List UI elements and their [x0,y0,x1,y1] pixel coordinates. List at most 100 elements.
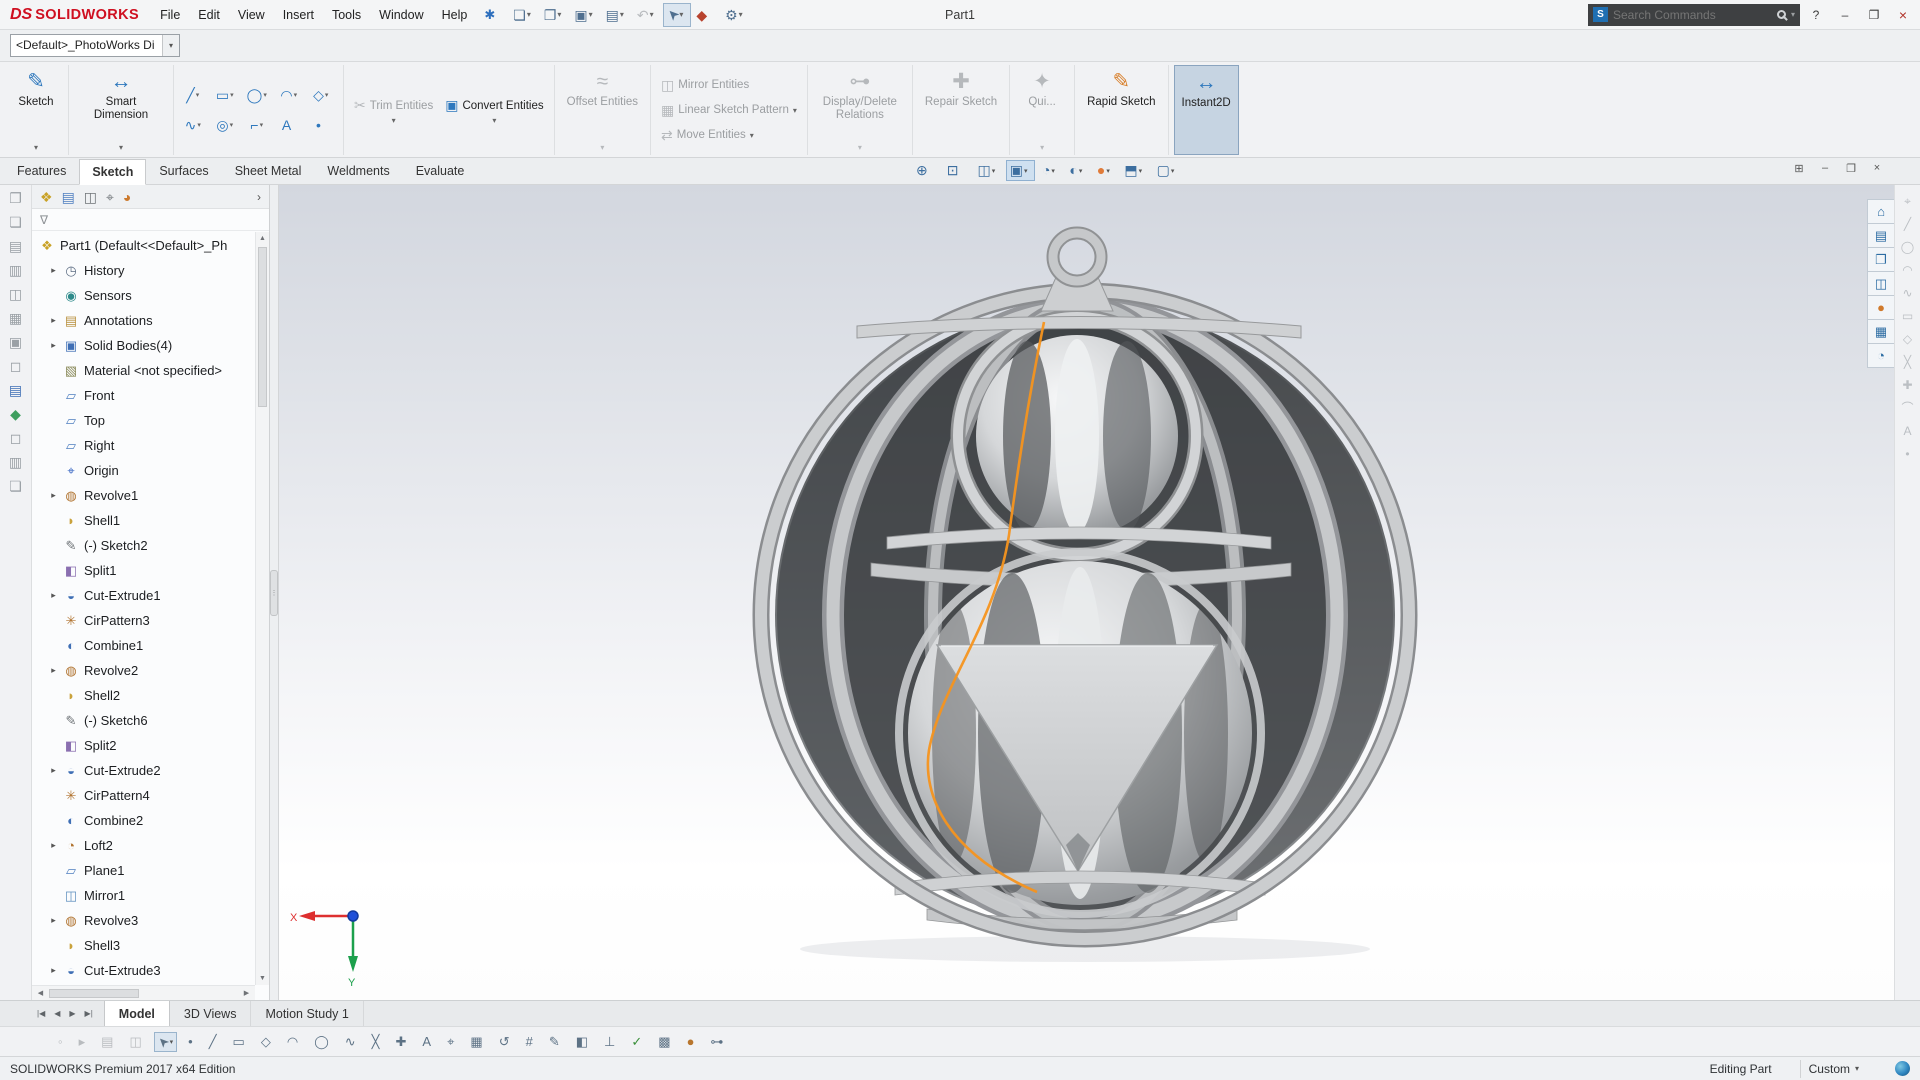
dropdown-caret-icon[interactable]: ▾ [1139,167,1146,175]
configurationmanager-tab[interactable]: ◫ [84,189,97,205]
dock-icon[interactable]: ▦ [9,310,22,326]
tree-item[interactable]: ▱ Plane1 [36,858,253,883]
sketch-tool-icon[interactable]: ∿ [1902,287,1912,300]
tree-item[interactable]: ▱ Top [36,408,253,433]
dropdown-caret-icon[interactable]: ▾ [230,121,237,129]
tree-item[interactable]: ▱ Right [36,433,253,458]
menu-help[interactable]: Help [433,4,477,26]
text-tool[interactable]: A [418,1032,436,1052]
zoom-to-fit[interactable]: ⊡ [943,160,971,181]
dropdown-caret-icon[interactable]: ▾ [1079,167,1086,175]
display-style[interactable]: ◔ ▾ [1038,160,1062,181]
polygon-tool[interactable]: ◇ [257,1032,276,1052]
open-document[interactable]: ❐ ▾ [540,3,570,27]
dropdown-caret-icon[interactable]: ▾ [1040,143,1044,153]
menu-file[interactable]: File [151,4,189,26]
tree-item[interactable]: ▸ ◒ C­ut-Extrude3 [36,958,253,983]
edit-appearance[interactable]: ● ▾ [1093,160,1117,181]
search-caret-icon[interactable]: ▾ [1791,10,1795,19]
scroll-right-icon[interactable]: ▶ [240,989,253,997]
doc-minimize-button[interactable]: – [1816,162,1834,175]
dock-icon[interactable]: ▤ [9,382,22,398]
dropdown-caret-icon[interactable]: ▾ [263,91,270,99]
circle-tool[interactable]: ◯ [310,1032,334,1052]
dropdown-caret-icon[interactable]: ▾ [1171,167,1178,175]
expand-arrow-icon[interactable]: ▸ [49,340,58,351]
offset-entities-button[interactable]: ≈ Offset Entities ▾ [560,65,645,155]
tree-item[interactable]: ◧ Split2 [36,733,253,758]
tree-item[interactable]: ▸ ◍ Revolve2 [36,658,253,683]
tab-weldments[interactable]: Weldments [314,158,402,184]
menu-window[interactable]: Window [370,4,432,26]
sketch-entity-button[interactable]: ▭ ▾ [211,81,242,110]
print-document[interactable]: ▤ ▾ [602,3,632,27]
quick-snaps-button[interactable]: ✦ Qui... ▾ [1015,65,1069,155]
last-tab-button[interactable]: ▶| [82,1007,96,1020]
model-tab[interactable]: Model [104,1001,170,1026]
scroll-up-icon[interactable]: ▲ [259,232,266,245]
tree-horizontal-scrollbar[interactable]: ◀ ▶ [32,985,255,1000]
spline-tool[interactable]: ∿ [341,1032,361,1052]
dock-icon[interactable]: ◫ [9,286,22,302]
dock-icon[interactable]: ❐ [9,190,22,206]
dock-icon[interactable]: ▣ [9,334,22,350]
dropdown-caret-icon[interactable]: ▾ [750,131,754,140]
dropdown-caret-icon[interactable]: ▾ [589,10,597,19]
dock-icon[interactable]: ◻ [10,358,22,374]
dropdown-caret-icon[interactable]: ▾ [992,167,999,175]
undo[interactable]: ↶ ▾ [633,3,662,27]
dimxpertmanager-tab[interactable]: ⌖ [106,189,114,205]
model-render[interactable] [279,185,1894,1000]
previous-tab-button[interactable]: ◀ [51,1007,63,1020]
mirror-entities-button[interactable]: ◫ Mirror Entities [656,75,802,96]
tree-item[interactable]: ▧ Material <not specified> [36,358,253,383]
sketch-button[interactable]: ✎ Sketch ▾ [9,65,63,155]
sketch-entity-button[interactable]: A [275,111,306,140]
tab-sketch[interactable]: Sketch [79,159,146,185]
dock-icon[interactable]: ◆ [10,406,21,422]
search-input[interactable] [1613,8,1772,22]
dock-icon[interactable]: ◻ [10,430,22,446]
sketch-tool-icon[interactable]: ╱ [1904,218,1911,231]
dropdown-caret-icon[interactable]: ▾ [557,10,565,19]
hatch-tool[interactable]: ▦ [466,1032,487,1052]
dropdown-caret-icon[interactable]: ▾ [600,143,604,153]
pin-menu-icon[interactable]: ✱ [476,7,503,23]
tab-surfaces[interactable]: Surfaces [146,158,221,184]
relations-tool[interactable]: ⊶ [706,1032,728,1052]
selection-filter[interactable]: ◦ [54,1032,68,1052]
search-icon[interactable] [1777,10,1786,19]
expand-arrow-icon[interactable]: ▸ [49,265,58,276]
grid-tool[interactable]: # [522,1032,538,1052]
tree-item[interactable]: ▸ ◍ Revolve1 [36,483,253,508]
sketch-tool-icon[interactable]: A [1903,425,1911,438]
view-settings[interactable]: ▢ ▾ [1153,160,1182,181]
tree-item[interactable]: ◗ Shell2 [36,683,253,708]
dropdown-caret-icon[interactable]: ▾ [294,91,301,99]
motion-study-tab[interactable]: Motion Study 1 [251,1001,363,1026]
scroll-thumb[interactable] [49,989,139,998]
scroll-thumb[interactable] [258,247,267,407]
doc-restore-button[interactable]: ❐ [1842,162,1860,175]
smart-dimension-button[interactable]: ↔ Smart Dimension ▾ [74,65,168,155]
repair-sketch-button[interactable]: ✚ Repair Sketch [918,65,1004,155]
sketch-tool-icon[interactable]: ╳ [1904,356,1911,369]
tree-root-item[interactable]: ❖ Part1 (Default<<Default>_Ph [36,233,253,258]
expand-arrow-icon[interactable]: ▸ [49,665,58,676]
view-palette[interactable]: ◫ [1867,271,1894,296]
graphics-viewport[interactable]: X Y ⌂ ▤ ❐ [279,185,1894,1000]
displaymanager-tab[interactable]: ◕ [123,189,131,205]
dropdown-caret-icon[interactable]: ▾ [260,121,267,129]
sketch-tool-icon[interactable]: ⌖ [1904,195,1911,208]
sketch-entity-button[interactable]: ◠ ▾ [275,81,306,110]
tree-item[interactable]: ◐ Combine1 [36,633,253,658]
expand-arrow-icon[interactable]: ▸ [49,590,58,601]
tab-sheet-metal[interactable]: Sheet Metal [222,158,315,184]
tree-item[interactable]: ✎ (-) Sketch2 [36,533,253,558]
file-explorer[interactable]: ❐ [1867,247,1894,272]
tree-item[interactable]: ▸ ▣ Solid Bodies(4) [36,333,253,358]
select-tool[interactable]: ➤ ▾ [154,1032,177,1052]
dropdown-caret-icon[interactable]: ▾ [119,143,123,153]
sketch-entity-button[interactable]: • [307,111,338,140]
combo-caret-icon[interactable]: ▾ [162,35,179,56]
